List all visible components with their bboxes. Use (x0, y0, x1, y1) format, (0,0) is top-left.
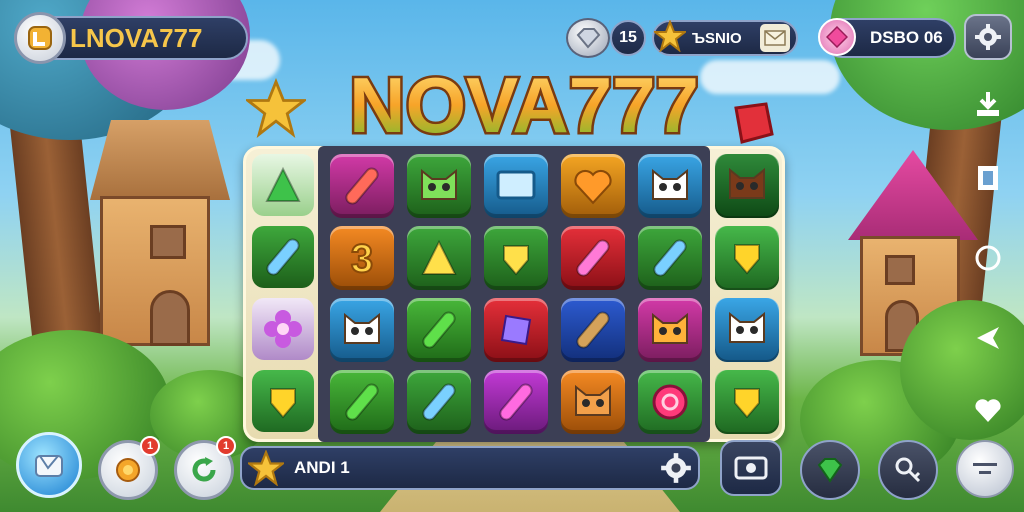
level-star-icon (245, 449, 287, 487)
gem-icon[interactable] (566, 18, 610, 58)
tile-cat-white[interactable] (638, 154, 702, 218)
heart-icon[interactable] (966, 392, 1010, 428)
share-icon[interactable] (966, 320, 1010, 356)
side-tile-triangle-green[interactable] (252, 154, 314, 216)
settings-icon[interactable] (964, 14, 1012, 60)
ticket-button[interactable] (720, 440, 782, 496)
tile-triangle-yellow[interactable] (407, 226, 471, 290)
tile-frog[interactable] (407, 154, 471, 218)
gift-button[interactable] (16, 432, 82, 498)
logo-title: NOVA777 (349, 61, 699, 149)
tile-sword-blue[interactable] (561, 298, 625, 362)
tile-bell[interactable] (484, 226, 548, 290)
bookmark-icon[interactable] (966, 160, 1010, 196)
tile-heart[interactable] (561, 154, 625, 218)
tile-cat-glasses[interactable] (561, 370, 625, 434)
notification-badge: 1 (140, 436, 160, 456)
side-tile-owl[interactable] (716, 154, 778, 216)
side-tile-capsule-blue[interactable] (252, 226, 314, 288)
left-house (90, 120, 230, 200)
key-button[interactable] (878, 440, 938, 500)
refresh-circle-icon[interactable] (966, 240, 1010, 276)
tile-cat-white[interactable] (330, 298, 394, 362)
tile-3[interactable]: 3 (330, 226, 394, 290)
notification-badge: 1 (216, 436, 236, 456)
mail-icon[interactable] (760, 24, 790, 52)
gem-shop-button[interactable] (800, 440, 860, 500)
tile-stick-red[interactable] (561, 226, 625, 290)
tile-cat-orange[interactable] (638, 298, 702, 362)
svg-text:3: 3 (351, 237, 373, 280)
game-logo: NOVA777 (347, 60, 702, 150)
level-label: ANDI 1 (294, 458, 350, 477)
tile-capsule-blue[interactable] (407, 370, 471, 434)
floating-star-icon (243, 77, 309, 138)
stat-value: 15 (619, 29, 637, 46)
level-settings-icon[interactable] (660, 452, 692, 484)
side-tile-cat-blue[interactable] (716, 298, 778, 360)
gem-pink-icon (818, 18, 856, 56)
side-tile-flower-purple[interactable] (252, 298, 314, 360)
tile-screen[interactable] (484, 154, 548, 218)
stat-counter: 15 (610, 20, 646, 56)
tile-capsule-green[interactable] (407, 298, 471, 362)
floating-gem-icon (726, 98, 776, 148)
tile-capsule-blue[interactable] (638, 226, 702, 290)
side-tile-shield-yellow[interactable] (252, 370, 314, 432)
tile-gem-purple[interactable] (484, 298, 548, 362)
level-bar[interactable]: ANDI 1 (240, 446, 700, 490)
side-tile-shield-yellow[interactable] (716, 226, 778, 288)
tile-brush[interactable] (330, 154, 394, 218)
star-value: ЪSNIO (692, 29, 742, 47)
side-tile-shield-gold[interactable] (716, 370, 778, 432)
gem-value: DSBO 06 (870, 28, 943, 47)
download-icon[interactable] (966, 86, 1010, 122)
tile-capsule-green[interactable] (330, 370, 394, 434)
tile-stick-purple[interactable] (484, 370, 548, 434)
menu-button[interactable] (956, 440, 1014, 498)
brand-label: LNOVA777 (70, 22, 203, 53)
tile-ring-pink[interactable] (638, 370, 702, 434)
star-icon (652, 19, 688, 53)
brand-icon[interactable] (14, 12, 66, 64)
